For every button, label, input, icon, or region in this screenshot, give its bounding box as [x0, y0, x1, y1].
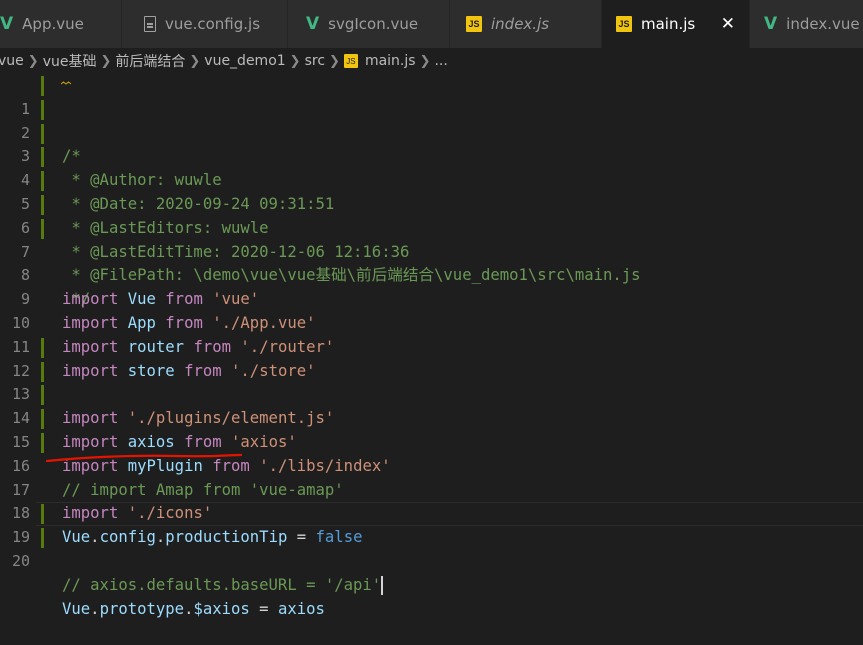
gutter-modified-marker [41, 504, 44, 525]
gutter-modified-marker [41, 76, 44, 96]
tab-index-js[interactable]: JS index.js [450, 0, 602, 48]
code-line: 10 import router from './router' [0, 288, 863, 356]
chevron-right-icon: ❯ [419, 53, 431, 69]
chevron-right-icon: ❯ [329, 53, 340, 69]
gutter-modified-marker [41, 528, 44, 549]
file-icon [144, 16, 156, 32]
breadcrumb-item[interactable]: main.js [365, 53, 416, 69]
breadcrumb-item[interactable]: vue [0, 53, 24, 69]
gutter-modified-marker [41, 195, 44, 215]
code-line: 18 Vue.config.productionTip = false [0, 479, 863, 546]
code-editor[interactable]: 1 /* 2 * @Author: wuwle 3 * @Date: 2020-… [0, 74, 863, 618]
gutter-modified-marker [41, 123, 44, 144]
breadcrumb-item[interactable]: vue基础 [43, 51, 97, 71]
tab-vue-config-js[interactable]: vue.config.js [122, 0, 288, 48]
tab-svgicon-vue[interactable]: V svgIcon.vue [288, 0, 450, 48]
code-line: 20 Vue.prototype.$axios = axios [0, 526, 863, 618]
comment: // axios.defaults.baseURL = '/api' [62, 575, 382, 594]
code-line: 2 * @Author: wuwle [0, 98, 863, 189]
breadcrumb-item[interactable]: 前后端结合 [115, 51, 185, 71]
identifier: Vue [62, 599, 91, 618]
vue-icon: V [0, 14, 14, 34]
tab-label: svgIcon.vue [328, 15, 419, 33]
vue-icon: V [306, 14, 320, 34]
line-number: 20 [11, 551, 30, 570]
gutter-modified-marker [41, 361, 44, 382]
chevron-right-icon: ❯ [100, 53, 112, 69]
text-cursor [381, 575, 384, 595]
code-line: 6 * @FilePath: \demo\vue\vue基础\前后端结合\vue… [0, 193, 863, 284]
identifier: prototype [99, 599, 185, 618]
code-line: 19 // axios.defaults.baseURL = '/api' [0, 502, 863, 595]
code-line: 3 * @Date: 2020-09-24 09:31:51 [0, 122, 863, 213]
code-line: 11 import store from './store' [0, 312, 863, 380]
js-icon: JS [616, 16, 632, 32]
tab-label: App.vue [22, 15, 84, 33]
js-icon: JS [466, 16, 482, 32]
tab-app-vue[interactable]: V App.vue [0, 0, 122, 48]
tab-main-js[interactable]: JS main.js ✕ [602, 0, 750, 48]
identifier: axios [277, 599, 325, 618]
tab-label: index.vue [786, 15, 860, 33]
code-line: 12 import './plugins/element.js' [0, 336, 863, 427]
tab-index-vue[interactable]: V index.vue [750, 0, 863, 48]
gutter-modified-marker [41, 385, 44, 406]
code-text: Vue.prototype.$axios = axios [62, 598, 325, 622]
code-text: // axios.defaults.baseURL = '/api' [62, 574, 384, 598]
breadcrumb: vue ❯ vue基础 ❯ 前后端结合 ❯ vue_demo1 ❯ src ❯ … [0, 48, 863, 74]
punctuation: . [184, 599, 194, 618]
chevron-right-icon: ❯ [189, 53, 201, 69]
breadcrumb-item[interactable]: src [305, 53, 325, 69]
code-line: 8 import Vue from 'vue' [0, 241, 863, 308]
warning-squiggle [61, 81, 71, 85]
code-line: 5 * @LastEditTime: 2020-12-06 12:16:36 [0, 169, 863, 261]
gutter-modified-marker [41, 99, 44, 120]
vue-icon: V [764, 14, 778, 34]
tab-label: index.js [491, 15, 550, 33]
code-line: 9 import App from './App.vue' [0, 264, 863, 332]
breadcrumb-item[interactable]: vue_demo1 [204, 53, 285, 69]
code-line: 4 * @LastEditors: wuwle [0, 145, 863, 237]
js-icon: JS [343, 54, 358, 68]
code-line: 7 */ [0, 217, 863, 308]
gutter-modified-marker [41, 171, 44, 192]
gutter-modified-marker [41, 147, 44, 168]
gutter-modified-marker [41, 218, 44, 239]
code-line: 15 // import Amap from 'vue-amap' [0, 407, 863, 499]
code-line: 14 import myPlugin from './libs/index' [0, 383, 863, 475]
tab-label: main.js [641, 15, 696, 33]
code-line: 1 /* [0, 74, 863, 165]
chevron-right-icon: ❯ [289, 53, 301, 69]
operator: = [249, 599, 278, 618]
punctuation: . [90, 599, 100, 618]
tab-label: vue.config.js [165, 15, 261, 33]
code-line: 13 import axios from 'axios' [0, 360, 863, 451]
gutter-modified-marker [41, 337, 44, 358]
gutter-modified-marker [41, 409, 44, 430]
breadcrumb-item[interactable]: ... [434, 53, 447, 69]
editor-tab-bar: V App.vue vue.config.js V svgIcon.vue JS… [0, 0, 863, 48]
gutter-modified-marker [41, 433, 44, 453]
red-annotation-underline [46, 453, 243, 463]
chevron-right-icon: ❯ [27, 53, 39, 69]
close-icon[interactable]: ✕ [721, 14, 735, 34]
identifier: $axios [193, 599, 250, 618]
